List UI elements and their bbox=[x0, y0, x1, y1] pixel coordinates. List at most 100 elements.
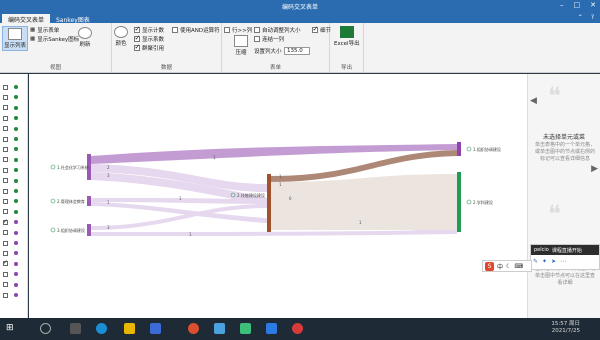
compress-button[interactable]: 压缩 bbox=[234, 35, 248, 56]
show-list-button[interactable]: 显示列表 bbox=[2, 26, 29, 51]
row-selector[interactable] bbox=[3, 186, 25, 196]
row-checkbox[interactable] bbox=[3, 94, 8, 100]
col-size-input[interactable]: 135.0 bbox=[284, 47, 310, 55]
row-selector[interactable] bbox=[3, 207, 25, 217]
row-selector[interactable] bbox=[3, 259, 25, 269]
row-checkbox[interactable] bbox=[3, 188, 8, 194]
sankey-node-left-2[interactable] bbox=[87, 196, 91, 206]
minimize-icon[interactable]: – bbox=[560, 1, 564, 9]
row-selector[interactable] bbox=[3, 92, 25, 102]
row-col-checkbox[interactable]: 行>>列 bbox=[224, 26, 252, 34]
app-icon[interactable] bbox=[188, 323, 199, 334]
excel-export-button[interactable]: Excel导出 bbox=[334, 26, 360, 47]
row-selector[interactable] bbox=[3, 113, 25, 123]
show-count-checkbox[interactable]: 显示计数 bbox=[134, 25, 164, 34]
row-checkbox[interactable] bbox=[3, 115, 8, 121]
more-icon[interactable]: ⋯ bbox=[560, 258, 566, 265]
moon-icon[interactable]: ☾ bbox=[506, 263, 511, 270]
use-and-checkbox[interactable]: 使用AND运算符 bbox=[172, 26, 220, 34]
keyboard-icon[interactable]: ⌨ bbox=[514, 263, 523, 270]
detail-checkbox[interactable]: 细节 bbox=[312, 25, 331, 34]
flow-link[interactable] bbox=[91, 230, 457, 236]
row-selector[interactable] bbox=[3, 165, 25, 175]
next-arrow-icon[interactable]: ▶ bbox=[591, 164, 598, 174]
row-selector[interactable] bbox=[3, 217, 25, 227]
wrap-checkbox[interactable]: 连结一列 bbox=[254, 35, 284, 43]
row-checkbox[interactable] bbox=[3, 271, 8, 277]
tab-crosstab[interactable]: 编码交叉表单 bbox=[2, 14, 51, 24]
start-icon[interactable]: ⊞ bbox=[6, 323, 17, 334]
share-icon[interactable]: ➤ bbox=[551, 258, 556, 265]
row-selector[interactable] bbox=[3, 155, 25, 165]
row-checkbox[interactable] bbox=[3, 136, 8, 142]
refresh-button[interactable]: 刷新 bbox=[78, 27, 92, 48]
row-selector[interactable] bbox=[3, 124, 25, 134]
node-marker bbox=[50, 164, 56, 170]
sankey-chart: 1 2 3 1 1 3 1 1 1 6 1 1.社会化学习系统 2.管理体会教育… bbox=[50, 142, 501, 237]
show-coefficient-checkbox[interactable]: 显示系数 bbox=[134, 34, 164, 43]
clock[interactable]: 15:57 周日 2021/7/25 bbox=[551, 321, 580, 335]
sankey-node-left-3[interactable] bbox=[87, 224, 91, 236]
row-selector[interactable] bbox=[3, 238, 25, 248]
row-selector[interactable] bbox=[3, 280, 25, 290]
live-course-popup[interactable]: pelcio 课程直播开始 ✎ ✦ ➤ ⋯ bbox=[530, 244, 600, 270]
row-checkbox[interactable] bbox=[3, 259, 8, 267]
row-selector[interactable] bbox=[3, 134, 25, 144]
search-icon[interactable] bbox=[40, 323, 51, 334]
row-selector[interactable] bbox=[3, 103, 25, 113]
row-checkbox[interactable] bbox=[3, 146, 8, 152]
auto-adjust-checkbox[interactable]: 自动调整列大小 bbox=[254, 26, 301, 34]
row-color-dot bbox=[14, 251, 18, 256]
sankey-node-right-2[interactable] bbox=[457, 172, 461, 232]
group-reference-checkbox[interactable]: 群聚引用 bbox=[134, 43, 164, 52]
row-selector[interactable] bbox=[3, 248, 25, 258]
row-selector[interactable] bbox=[3, 228, 25, 238]
row-selector[interactable] bbox=[3, 82, 25, 92]
row-selector[interactable] bbox=[3, 176, 25, 186]
collapse-ribbon-icon[interactable]: ⌃ bbox=[578, 14, 583, 21]
app-icon[interactable] bbox=[292, 323, 303, 334]
ime-language[interactable]: 中 bbox=[497, 262, 503, 271]
row-checkbox[interactable] bbox=[3, 167, 8, 173]
row-color-dot bbox=[14, 168, 18, 173]
help-icon[interactable]: ? bbox=[591, 14, 594, 21]
close-icon[interactable]: ✕ bbox=[590, 1, 596, 9]
pin-icon[interactable]: ✦ bbox=[542, 258, 547, 265]
flow-link[interactable] bbox=[271, 174, 457, 230]
row-checkbox[interactable] bbox=[3, 209, 8, 215]
ime-toolbar[interactable]: S 中 ☾ ⌨ bbox=[482, 260, 532, 272]
row-checkbox[interactable] bbox=[3, 292, 8, 298]
app-icon[interactable] bbox=[266, 323, 277, 334]
row-checkbox[interactable] bbox=[3, 157, 8, 163]
tab-sankey[interactable]: Sankey图表 bbox=[50, 14, 96, 24]
row-checkbox[interactable] bbox=[3, 240, 8, 246]
row-selector[interactable] bbox=[3, 144, 25, 154]
app-icon[interactable] bbox=[214, 323, 225, 334]
row-checkbox[interactable] bbox=[3, 84, 8, 90]
row-selector[interactable] bbox=[3, 290, 25, 300]
sankey-node-right-1[interactable] bbox=[457, 142, 461, 156]
app-icon[interactable] bbox=[240, 323, 251, 334]
sankey-node-label: 1.组织协调建设 bbox=[473, 146, 501, 152]
maximize-icon[interactable]: □ bbox=[574, 1, 581, 9]
task-view-icon[interactable] bbox=[70, 323, 81, 334]
prev-arrow-icon[interactable]: ◀ bbox=[530, 96, 537, 106]
row-checkbox[interactable] bbox=[3, 218, 8, 225]
row-checkbox[interactable] bbox=[3, 250, 8, 256]
sankey-node-middle[interactable] bbox=[267, 174, 271, 232]
edit-icon[interactable]: ✎ bbox=[533, 258, 538, 265]
store-icon[interactable] bbox=[150, 323, 161, 334]
folder-icon[interactable] bbox=[124, 323, 135, 334]
row-checkbox[interactable] bbox=[3, 105, 8, 111]
color-button[interactable]: 颜色 bbox=[114, 26, 128, 47]
row-selector[interactable] bbox=[3, 269, 25, 279]
edge-icon[interactable] bbox=[96, 323, 107, 334]
show-form-option[interactable]: ▦ 显示表单 bbox=[30, 26, 59, 34]
row-checkbox[interactable] bbox=[3, 282, 8, 288]
row-checkbox[interactable] bbox=[3, 230, 8, 236]
row-checkbox[interactable] bbox=[3, 178, 8, 184]
row-selector[interactable] bbox=[3, 196, 25, 206]
row-checkbox[interactable] bbox=[3, 198, 8, 204]
show-sankey-option[interactable]: ▦ 显示Sankey图标 bbox=[30, 35, 79, 43]
row-checkbox[interactable] bbox=[3, 126, 8, 132]
